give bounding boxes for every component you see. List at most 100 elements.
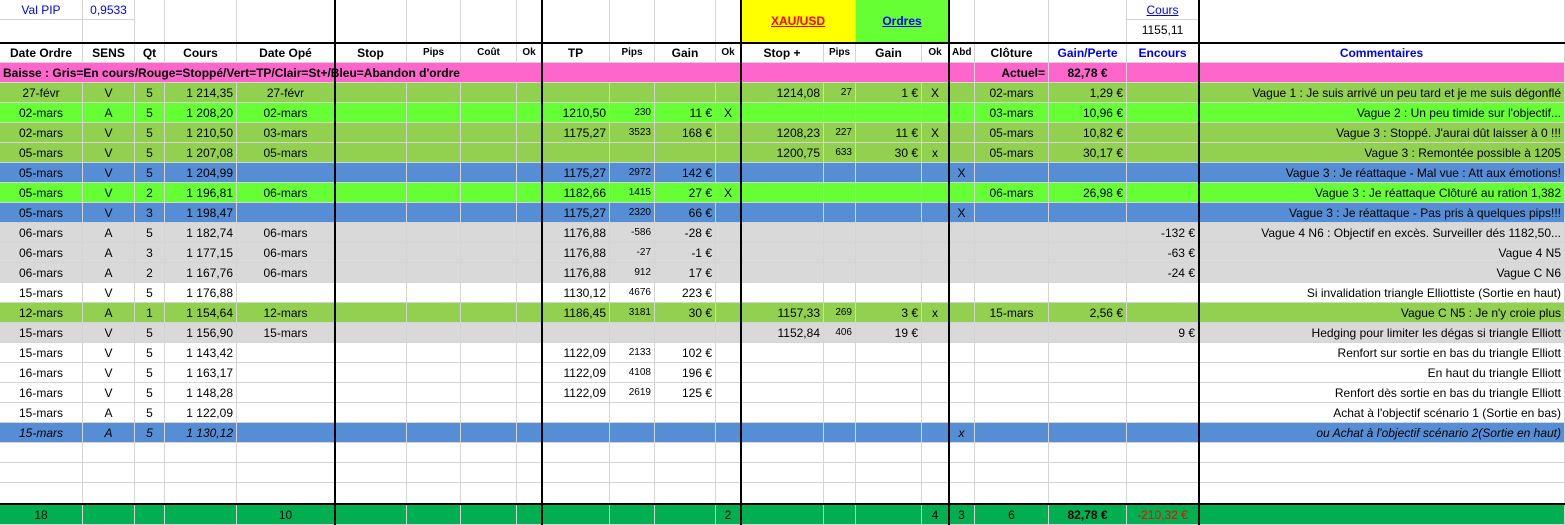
row-14-date-ordre[interactable]: 15-mars xyxy=(0,343,83,363)
total-cloture[interactable]: 6 xyxy=(975,505,1049,525)
gap-cell[interactable] xyxy=(975,483,1049,505)
row-15-pips-stop-plus[interactable] xyxy=(824,363,856,383)
row-18-stop[interactable] xyxy=(335,423,407,443)
row-12-cloture[interactable]: 15-mars xyxy=(975,303,1049,323)
row-14-sens[interactable]: V xyxy=(83,343,135,363)
row-17-ok-stop-plus[interactable] xyxy=(922,403,949,423)
row-3-date-ordre[interactable]: 02-mars xyxy=(0,123,83,143)
row-11-gain-tp[interactable]: 223 € xyxy=(655,283,716,303)
top-empty-cell[interactable] xyxy=(542,0,610,43)
row-12-gain-tp[interactable]: 30 € xyxy=(655,303,716,323)
empty-cell[interactable] xyxy=(83,443,135,463)
row-4-qt[interactable]: 5 xyxy=(135,143,165,163)
row-2-pips-tp[interactable]: 230 xyxy=(610,103,655,123)
row-18-ok-stop[interactable] xyxy=(517,423,542,443)
header-abd[interactable]: Abd xyxy=(949,43,975,63)
row-6-gain-stop-plus[interactable] xyxy=(856,183,922,203)
row-8-encours[interactable]: -132 € xyxy=(1127,223,1199,243)
row-10-stop-plus[interactable] xyxy=(741,263,824,283)
row-10-commentaires[interactable]: Vague C N6 xyxy=(1199,263,1565,283)
row-4-date-ordre[interactable]: 05-mars xyxy=(0,143,83,163)
row-10-ok-tp[interactable] xyxy=(716,263,741,283)
empty-cell[interactable] xyxy=(407,463,461,483)
row-12-qt[interactable]: 1 xyxy=(135,303,165,323)
row-12-ok-tp[interactable] xyxy=(716,303,741,323)
top-empty-cell[interactable] xyxy=(237,0,335,43)
total-gain-perte[interactable]: 82,78 € xyxy=(1049,505,1127,525)
row-15-cloture[interactable] xyxy=(975,363,1049,383)
row-15-commentaires[interactable]: En haut du triangle Elliott xyxy=(1199,363,1565,383)
row-8-qt[interactable]: 5 xyxy=(135,223,165,243)
row-10-sens[interactable]: A xyxy=(83,263,135,283)
row-18-date-ope[interactable] xyxy=(237,423,335,443)
row-14-ok-tp[interactable] xyxy=(716,343,741,363)
row-5-ok-stop-plus[interactable] xyxy=(922,163,949,183)
empty-cell[interactable] xyxy=(0,463,83,483)
row-13-pips-stop-plus[interactable]: 406 xyxy=(824,323,856,343)
row-17-cout[interactable] xyxy=(461,403,517,423)
row-18-encours[interactable] xyxy=(1127,423,1199,443)
row-8-ok-tp[interactable] xyxy=(716,223,741,243)
ordres-link[interactable]: Ordres xyxy=(856,0,949,43)
gap-cell[interactable] xyxy=(741,483,824,505)
row-18-sens[interactable]: A xyxy=(83,423,135,443)
top-empty-cell[interactable] xyxy=(0,20,83,43)
row-18-ok-stop-plus[interactable] xyxy=(922,423,949,443)
row-15-gain-perte[interactable] xyxy=(1049,363,1127,383)
row-1-gain-stop-plus[interactable]: 1 € xyxy=(856,83,922,103)
row-10-stop[interactable] xyxy=(335,263,407,283)
row-18-pips-stop[interactable] xyxy=(407,423,461,443)
row-6-gain-perte[interactable]: 26,98 € xyxy=(1049,183,1127,203)
row-8-pips-stop-plus[interactable] xyxy=(824,223,856,243)
val-pip-label[interactable]: Val PIP xyxy=(0,0,83,20)
row-16-qt[interactable]: 5 xyxy=(135,383,165,403)
row-7-cloture[interactable] xyxy=(975,203,1049,223)
row-7-ok-stop[interactable] xyxy=(517,203,542,223)
row-17-cloture[interactable] xyxy=(975,403,1049,423)
row-13-ok-tp[interactable] xyxy=(716,323,741,343)
header-cout[interactable]: Coût xyxy=(461,43,517,63)
total-pips-stop[interactable] xyxy=(407,505,461,525)
row-6-qt[interactable]: 2 xyxy=(135,183,165,203)
row-14-abd[interactable] xyxy=(949,343,975,363)
row-13-cloture[interactable] xyxy=(975,323,1049,343)
row-17-pips-tp[interactable] xyxy=(610,403,655,423)
row-16-stop[interactable] xyxy=(335,383,407,403)
row-4-cloture[interactable]: 05-mars xyxy=(975,143,1049,163)
row-12-cours[interactable]: 1 154,64 xyxy=(165,303,237,323)
row-9-commentaires[interactable]: Vague 4 N5 xyxy=(1199,243,1565,263)
empty-cell[interactable] xyxy=(716,463,741,483)
row-16-ok-stop-plus[interactable] xyxy=(922,383,949,403)
row-9-ok-tp[interactable] xyxy=(716,243,741,263)
row-6-sens[interactable]: V xyxy=(83,183,135,203)
empty-cell[interactable] xyxy=(407,443,461,463)
row-4-cours[interactable]: 1 207,08 xyxy=(165,143,237,163)
row-3-pips-stop-plus[interactable]: 227 xyxy=(824,123,856,143)
row-17-tp[interactable] xyxy=(542,403,610,423)
row-3-encours[interactable] xyxy=(1127,123,1199,143)
row-16-cloture[interactable] xyxy=(975,383,1049,403)
row-8-gain-tp[interactable]: -28 € xyxy=(655,223,716,243)
row-16-pips-stop-plus[interactable] xyxy=(824,383,856,403)
header-ok-stop[interactable]: Ok xyxy=(517,43,542,63)
empty-cell[interactable] xyxy=(949,463,975,483)
row-11-cloture[interactable] xyxy=(975,283,1049,303)
row-8-ok-stop-plus[interactable] xyxy=(922,223,949,243)
row-13-pips-tp[interactable] xyxy=(610,323,655,343)
row-3-qt[interactable]: 5 xyxy=(135,123,165,143)
row-1-date-ope[interactable]: 27-févr xyxy=(237,83,335,103)
row-9-gain-perte[interactable] xyxy=(1049,243,1127,263)
gap-cell[interactable] xyxy=(0,483,83,505)
row-7-tp[interactable]: 1175,27 xyxy=(542,203,610,223)
row-12-abd[interactable] xyxy=(949,303,975,323)
row-15-ok-stop[interactable] xyxy=(517,363,542,383)
total-tp[interactable] xyxy=(542,505,610,525)
row-6-commentaires[interactable]: Vague 3 : Je réattaque Clôturé au ration… xyxy=(1199,183,1565,203)
empty-cell[interactable] xyxy=(1049,463,1127,483)
header-encours[interactable]: Encours xyxy=(1127,43,1199,63)
row-14-gain-stop-plus[interactable] xyxy=(856,343,922,363)
row-11-cout[interactable] xyxy=(461,283,517,303)
top-empty-cell[interactable] xyxy=(949,0,975,43)
row-2-commentaires[interactable]: Vague 2 : Un peu timide sur l'objectif..… xyxy=(1199,103,1565,123)
row-3-tp[interactable]: 1175,27 xyxy=(542,123,610,143)
